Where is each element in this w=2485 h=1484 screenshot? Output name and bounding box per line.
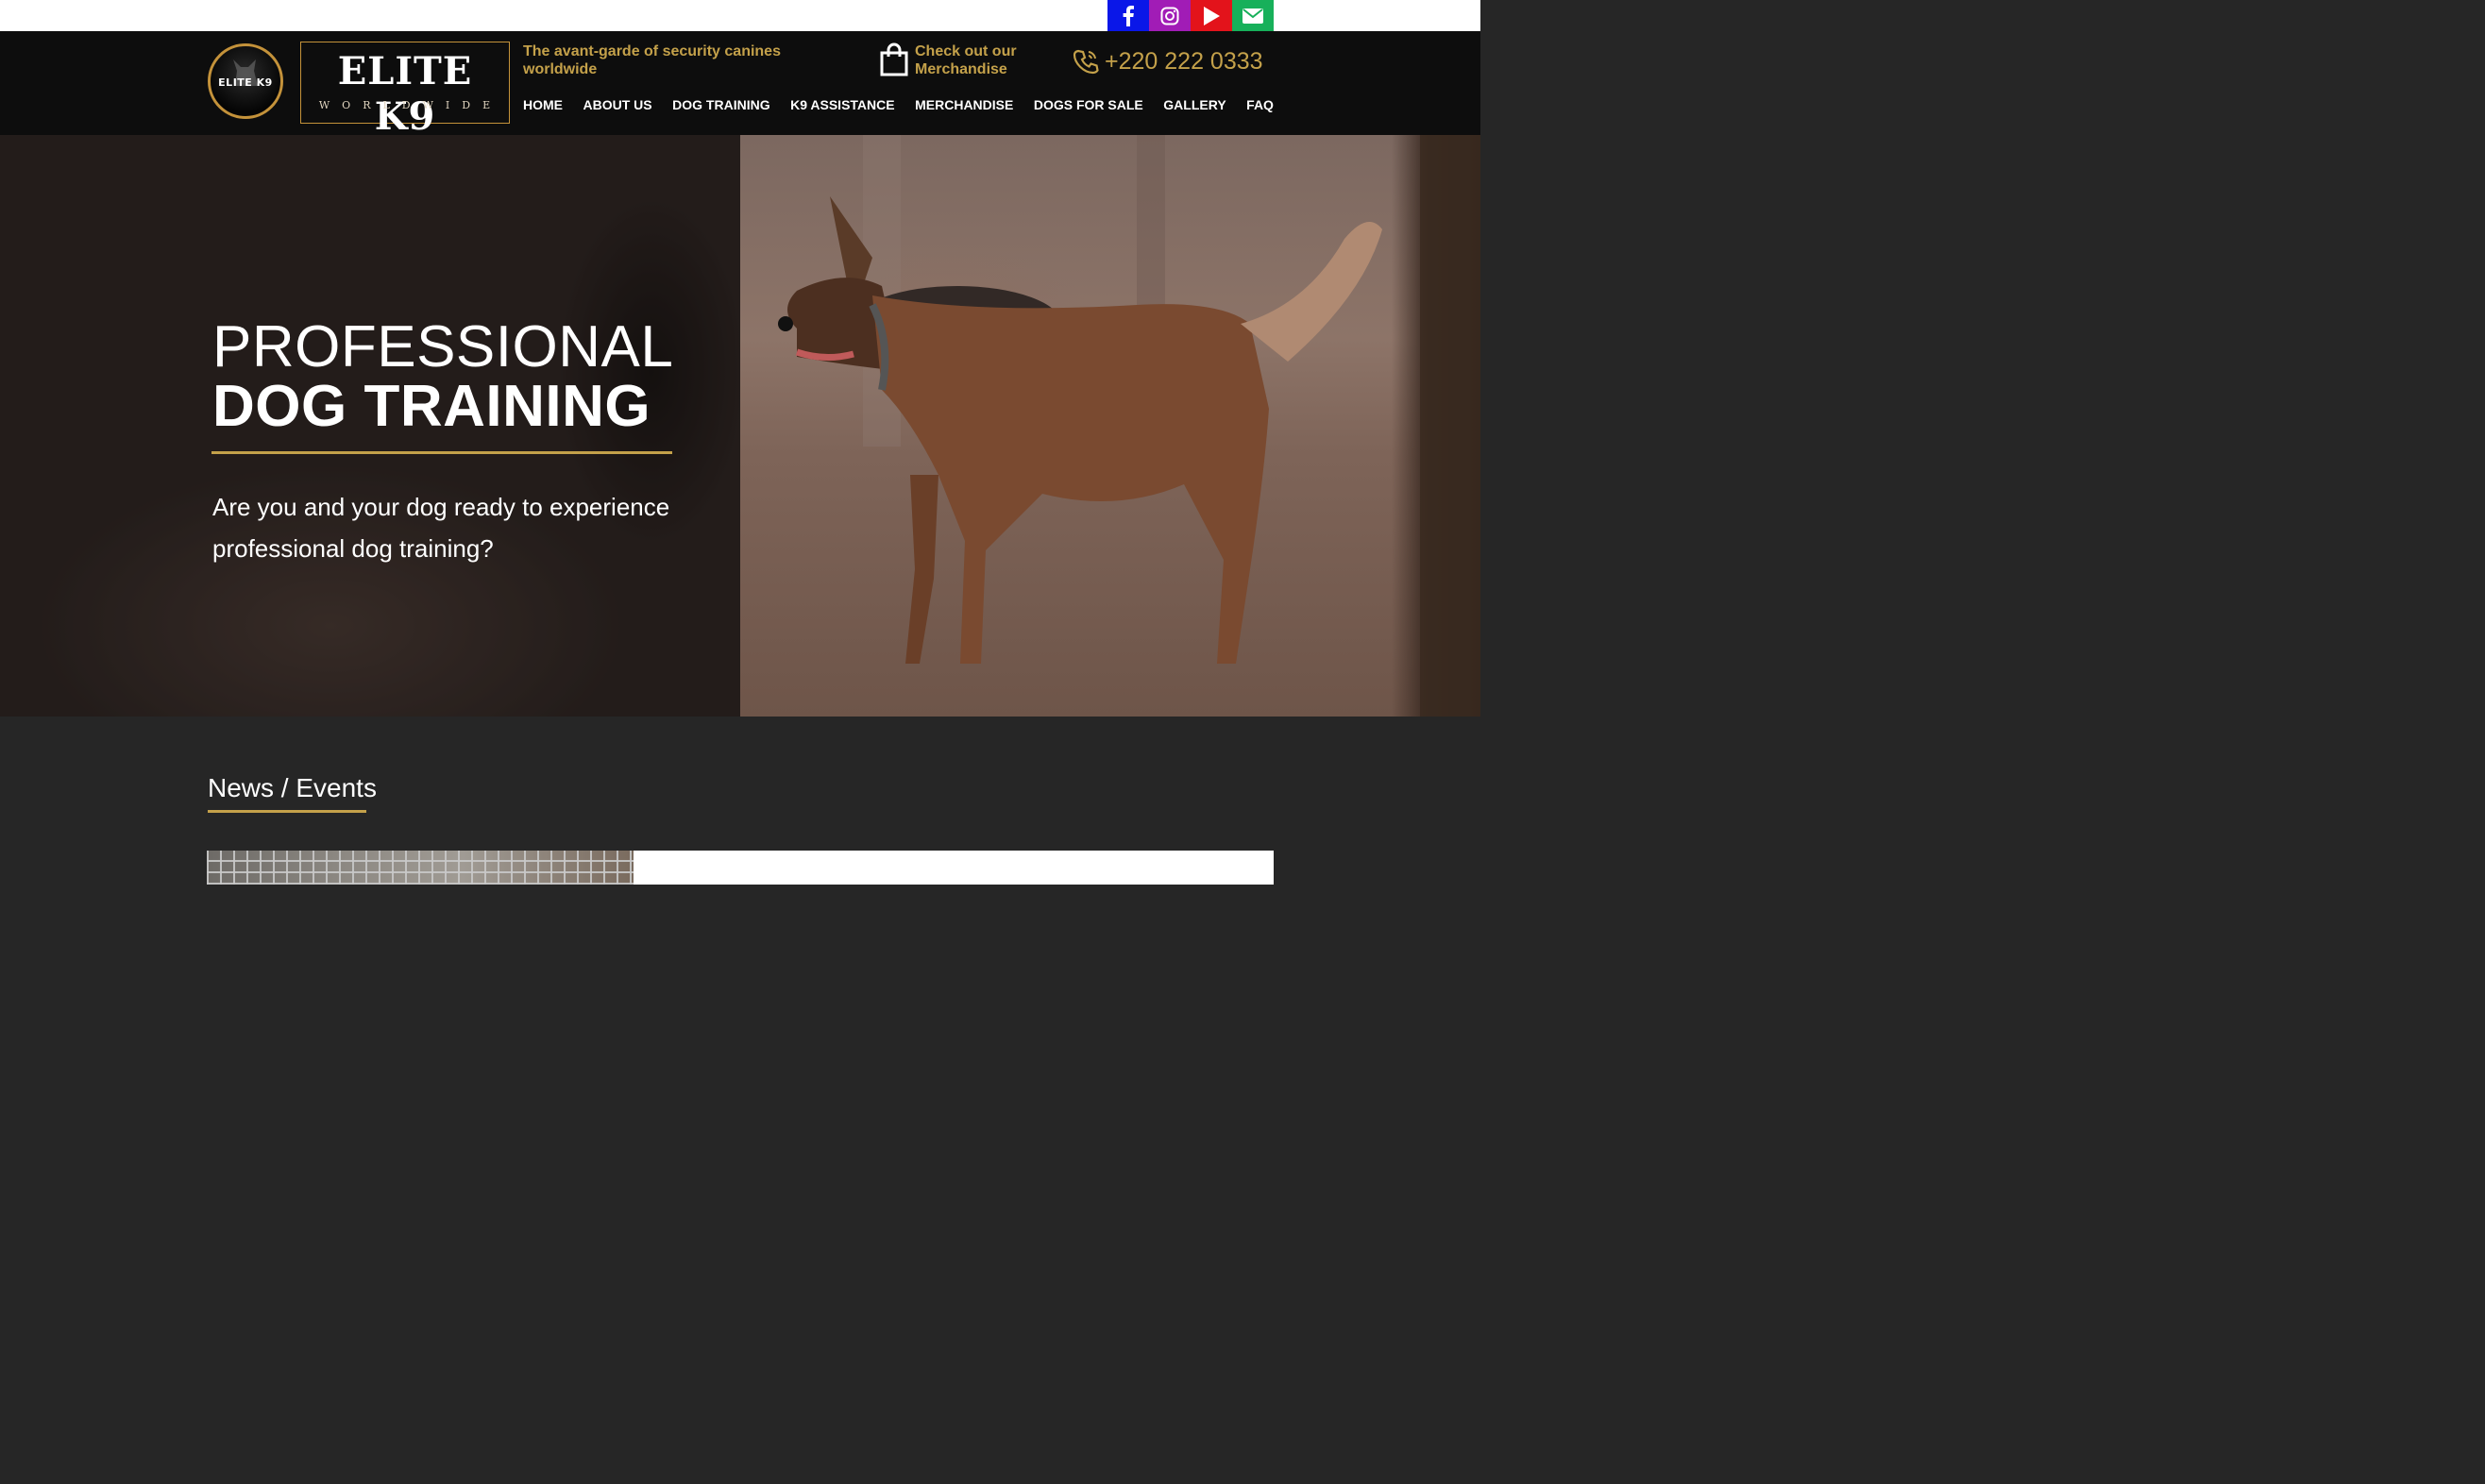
news-item-card[interactable] [634, 851, 1274, 885]
phone-number: +220 222 0333 [1105, 48, 1263, 75]
merchandise-label: Check out our Merchandise [915, 43, 1017, 77]
nav-about-us[interactable]: ABOUT US [583, 97, 652, 112]
logo-emblem[interactable]: ELITE K9 [208, 43, 283, 119]
news-title-underline [208, 810, 366, 813]
facebook-link[interactable] [1107, 0, 1149, 31]
dog-photo-illustration [778, 135, 1480, 717]
main-nav: HOME ABOUT US DOG TRAINING K9 ASSISTANCE… [523, 97, 1274, 112]
nav-dogs-for-sale[interactable]: DOGS FOR SALE [1034, 97, 1143, 112]
nav-gallery[interactable]: GALLERY [1163, 97, 1226, 112]
tagline: The avant-garde of security canines worl… [523, 43, 781, 77]
hero-title-bold: DOG TRAINING [212, 374, 651, 439]
hero-title-light: PROFESSIONAL [212, 314, 674, 379]
logo-title: ELITE K9 [337, 49, 473, 139]
instagram-icon [1160, 7, 1179, 25]
hero-banner: PROFESSIONAL DOG TRAINING Are you and yo… [0, 135, 1480, 717]
news-item-image[interactable] [207, 851, 634, 885]
instagram-link[interactable] [1149, 0, 1191, 31]
hero-subtitle: Are you and your dog ready to experience… [212, 493, 670, 563]
youtube-link[interactable] [1191, 0, 1232, 31]
top-bar [0, 0, 1480, 31]
shopping-bag-icon [880, 42, 908, 76]
phone-icon [1073, 49, 1099, 75]
news-section-title: News / Events [208, 773, 377, 802]
email-link[interactable] [1232, 0, 1274, 31]
nav-dog-training[interactable]: DOG TRAINING [672, 97, 769, 112]
facebook-icon [1123, 5, 1134, 26]
logo-emblem-text: ELITE K9 [218, 76, 273, 89]
email-icon [1242, 8, 1263, 24]
nav-faq[interactable]: FAQ [1246, 97, 1274, 112]
phone-link[interactable]: +220 222 0333 [1073, 47, 1263, 76]
merchandise-link[interactable]: Check out our Merchandise [879, 42, 1038, 78]
logo-subtitle: WORLDWIDE [318, 99, 503, 111]
youtube-icon [1204, 6, 1220, 25]
site-header: ELITE K9 ELITE K9 WORLDWIDE The avant-ga… [0, 31, 1480, 139]
nav-merchandise[interactable]: MERCHANDISE [915, 97, 1013, 112]
nav-home[interactable]: HOME [523, 97, 563, 112]
hero-divider [211, 451, 672, 454]
logo-wordmark[interactable]: ELITE K9 WORLDWIDE [300, 42, 510, 139]
nav-k9-assistance[interactable]: K9 ASSISTANCE [790, 97, 894, 112]
